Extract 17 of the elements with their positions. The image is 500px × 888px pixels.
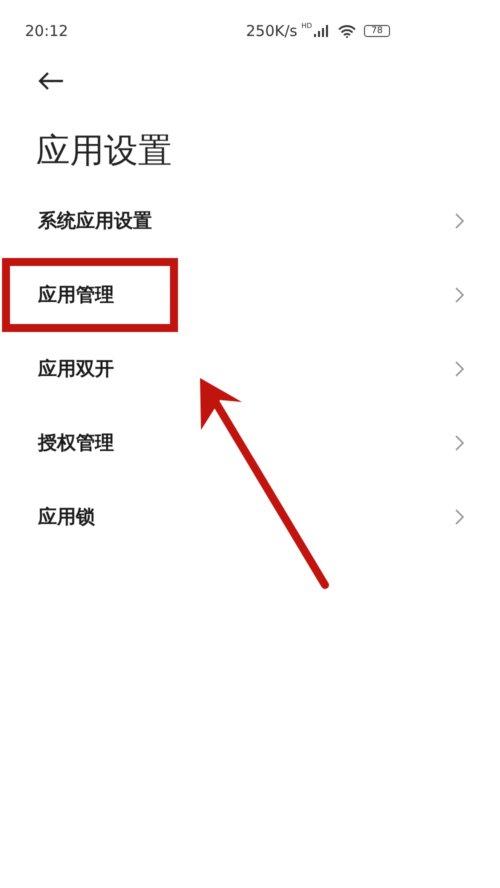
chevron-right-icon bbox=[455, 435, 464, 451]
settings-item[interactable]: 系统应用设置 bbox=[0, 184, 500, 258]
battery-indicator: 78 bbox=[364, 25, 390, 37]
status-time: 20:12 bbox=[25, 22, 68, 40]
settings-item[interactable]: 应用双开 bbox=[0, 332, 500, 406]
signal-icon bbox=[314, 25, 328, 37]
page-title: 应用设置 bbox=[36, 130, 173, 173]
chevron-right-icon bbox=[455, 361, 464, 377]
chevron-right-icon bbox=[455, 287, 464, 303]
network-speed: 250K/s bbox=[246, 22, 298, 40]
chevron-right-icon bbox=[455, 509, 464, 525]
chevron-right-icon bbox=[455, 213, 464, 229]
settings-item[interactable]: 授权管理 bbox=[0, 406, 500, 480]
settings-item[interactable]: 应用锁 bbox=[0, 480, 500, 554]
settings-item[interactable]: 应用管理 bbox=[0, 258, 500, 332]
back-arrow-icon[interactable] bbox=[38, 72, 64, 90]
wifi-icon bbox=[338, 24, 356, 38]
